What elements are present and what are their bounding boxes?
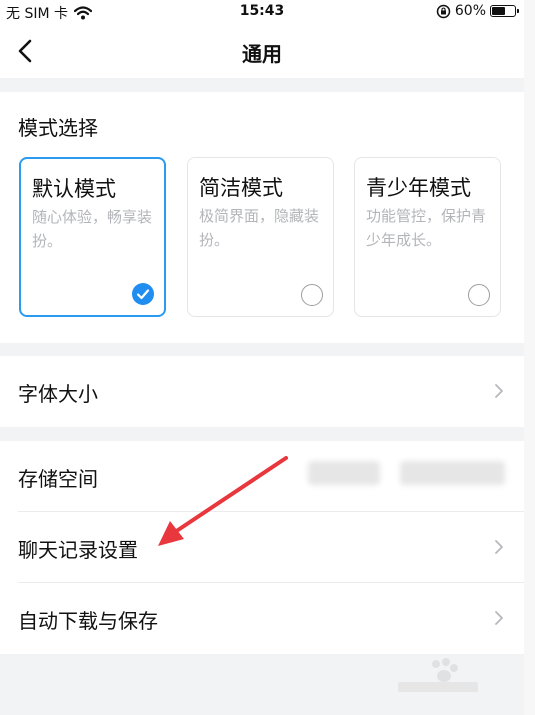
settings-screen: 无 SIM 卡 15:43 60% 通用 模式选择 默认模式 随心体验，畅享装扮… [0,0,524,715]
chat-history-label: 聊天记录设置 [18,538,138,562]
orientation-lock-icon [436,4,451,18]
mode-option-default[interactable]: 默认模式 随心体验，畅享装扮。 [19,157,166,317]
nav-bar: 通用 [0,24,524,78]
radio-unchecked-icon [301,284,323,306]
mode-option-name: 青少年模式 [366,176,471,200]
mode-option-simple[interactable]: 简洁模式 极简界面，隐藏装扮。 [187,157,334,317]
font-size-label: 字体大小 [18,382,98,406]
mode-option-desc: 功能管控，保护青少年成长。 [366,207,487,249]
screen-edge [524,0,535,715]
status-bar: 无 SIM 卡 15:43 60% [0,0,524,24]
battery-percent: 60% [454,3,486,19]
battery-icon [490,5,519,17]
mode-option-name: 默认模式 [32,177,116,201]
mode-option-desc: 极简界面，隐藏装扮。 [199,207,320,249]
status-right: 60% [436,3,519,19]
auto-download-label: 自动下载与保存 [18,609,158,633]
mode-option-desc: 随心体验，畅享装扮。 [32,208,153,250]
font-size-row[interactable]: 字体大小 [0,356,524,427]
blurred-value [400,461,505,485]
battery-level-fill [492,7,506,15]
storage-label: 存储空间 [18,467,98,491]
watermark-logo-icon [398,658,478,692]
chevron-right-icon [495,384,503,398]
mode-option-name: 简洁模式 [199,176,283,200]
chevron-right-icon [495,611,503,625]
font-size-group: 字体大小 [0,356,524,427]
mode-section-title: 模式选择 [18,116,98,140]
radio-unchecked-icon [468,284,490,306]
storage-group: 存储空间 聊天记录设置 自动下载与保存 [0,441,524,654]
mode-option-teen[interactable]: 青少年模式 功能管控，保护青少年成长。 [354,157,501,317]
checkmark-icon [132,283,154,305]
storage-row[interactable]: 存储空间 [0,441,524,512]
page-title: 通用 [242,42,282,66]
chevron-right-icon [495,540,503,554]
chat-history-settings-row[interactable]: 聊天记录设置 [0,512,524,583]
mode-selection-section: 模式选择 默认模式 随心体验，畅享装扮。 简洁模式 极简界面，隐藏装扮。 青少年… [0,92,524,343]
auto-download-row[interactable]: 自动下载与保存 [0,583,524,654]
blurred-value [308,461,380,485]
